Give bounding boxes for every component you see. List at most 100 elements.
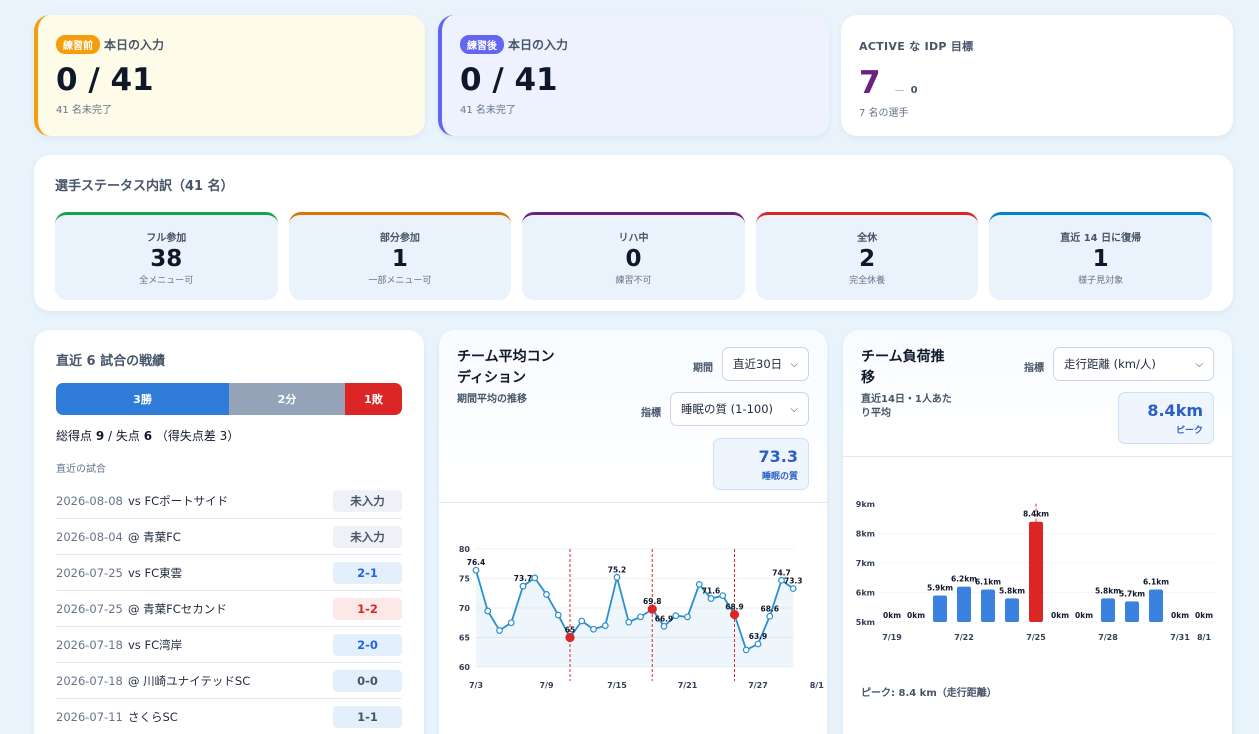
match-row[interactable]: 2026-08-04 @ 青葉FC 未入力 <box>56 519 402 555</box>
x-tick-label: 7/31 <box>1170 633 1190 642</box>
status-tile-label: 直近 14 日に復帰 <box>1060 233 1142 244</box>
post-training-badge: 練習後 <box>460 34 504 54</box>
data-point <box>519 582 527 590</box>
data-point <box>496 627 503 634</box>
bar-value-label: 5.8km <box>999 586 1025 595</box>
data-label: 65 <box>565 626 575 635</box>
player-status-title: 選手ステータス内訳（41 名） <box>55 179 234 194</box>
match-result: 2-1 <box>333 561 402 584</box>
bar-value-label: 0km <box>883 611 901 620</box>
status-tile[interactable]: フル参加 38 全メニュー可 <box>55 212 278 300</box>
bar-value-label: 0km <box>1051 611 1069 620</box>
match-row[interactable]: 2026-07-11 さくらSC 1-1 <box>56 699 402 734</box>
data-point <box>472 566 480 574</box>
y-tick-label: 6km <box>856 589 875 598</box>
condition-summary-caption: 睡眠の質 <box>761 472 798 482</box>
data-point <box>613 573 621 581</box>
bar-value-label: 0km <box>1171 611 1189 620</box>
post-training-remaining: 41 名未完了 <box>460 105 516 116</box>
post-training-card[interactable]: 練習後 本日の入力 0 / 41 41 名未完了 <box>438 15 829 136</box>
bar <box>933 595 947 622</box>
data-point <box>766 612 774 620</box>
x-tick-label: 7/22 <box>954 633 974 642</box>
match-opponent: vs FC湾岸 <box>128 637 183 652</box>
match-date: 2026-07-18 <box>56 637 123 652</box>
status-tile-label: 部分参加 <box>379 233 420 244</box>
goals-for: 9 <box>95 429 105 443</box>
goal-totals: 総得点 9 / 失点 6 （得失点差 3） <box>56 429 240 443</box>
match-list: 2026-08-08 vs FCポートサイド 未入力 2026-08-04 @ 青葉FC… <box>56 483 402 734</box>
load-summary-value: 8.4km <box>1147 401 1203 420</box>
data-point <box>754 640 762 648</box>
team-load-panel: チーム負荷推 移 直近14日・1人あた り平均 指標 走行距離 (km/人) ⌵ … <box>843 330 1232 734</box>
bar <box>957 586 971 622</box>
data-point <box>637 613 644 621</box>
data-label: 63.9 <box>749 632 768 641</box>
match-row[interactable]: 2026-07-18 vs FC湾岸 2-0 <box>56 627 402 663</box>
data-point <box>719 592 727 600</box>
status-tile[interactable]: 部分参加 1 一部メニュー可 <box>288 212 512 300</box>
data-point <box>578 617 586 625</box>
bar-value-label: 0km <box>907 611 925 620</box>
chevron-down-icon: ⌵ <box>790 403 798 415</box>
match-opponent: vs FCポートサイド <box>128 493 229 508</box>
recent-results-title: 直近 6 試合の戦績 <box>56 354 166 369</box>
peak-note: ピーク: 8.4 km（走行距離） <box>861 688 997 699</box>
condition-desc: 期間平均の推移 <box>457 394 527 405</box>
y-tick-label: 75 <box>459 575 471 584</box>
data-point <box>625 618 633 626</box>
x-tick-label: 7/28 <box>1098 633 1118 642</box>
match-row[interactable]: 2026-08-08 vs FCポートサイド 未入力 <box>56 483 402 519</box>
status-tile-sub: 様子見対象 <box>1078 276 1124 286</box>
status-tile-label: リハ中 <box>618 233 649 244</box>
data-point <box>507 619 515 627</box>
x-tick-label: 8/1 <box>810 681 824 690</box>
bar-value-label: 5.8km <box>1095 586 1121 595</box>
post-training-count: 0 / 41 <box>460 62 558 98</box>
data-point <box>531 574 539 582</box>
data-label: 69.8 <box>643 597 662 606</box>
y-tick-label: 5km <box>856 618 875 627</box>
bar-value-label: 0km <box>1195 611 1213 620</box>
status-tile[interactable]: 全休 2 完全休養 <box>755 212 979 300</box>
data-point <box>601 622 609 630</box>
y-tick-label: 65 <box>459 634 471 643</box>
y-tick-label: 80 <box>459 545 471 554</box>
match-row[interactable]: 2026-07-25 @ 青葉FCセカンド 1-2 <box>56 591 402 627</box>
data-point <box>672 612 680 620</box>
load-bar-chart: 5km6km7km8km9km0km 0km5.9km6.2km6.1km5.8k… <box>856 500 1218 642</box>
condition-summary-value: 73.3 <box>758 447 798 466</box>
idp-goals-card[interactable]: ACTIVE な IDP 目標 7 — 0 7 名の選手 <box>841 15 1233 136</box>
status-tile[interactable]: リハ中 0 練習不可 <box>522 212 745 300</box>
bar <box>981 589 995 622</box>
status-tile-label: フル参加 <box>146 233 187 244</box>
x-tick-label: 7/21 <box>678 681 698 690</box>
load-metric-select[interactable]: 走行距離 (km/人) ⌵ <box>1053 347 1214 381</box>
match-opponent: @ 青葉FC <box>128 529 181 544</box>
idp-goals-count: 7 <box>859 65 881 101</box>
bar <box>1125 601 1139 622</box>
data-point <box>789 585 797 592</box>
load-summary-caption: ピーク <box>1175 426 1203 436</box>
match-row[interactable]: 2026-07-25 vs FC東雲 2-1 <box>56 555 402 591</box>
status-tile-value: 2 <box>859 246 876 272</box>
match-date: 2026-07-25 <box>56 565 123 580</box>
period-select[interactable]: 直近30日 ⌵ <box>722 347 809 381</box>
pre-training-card[interactable]: 練習前 本日の入力 0 / 41 41 名未完了 <box>34 15 425 136</box>
y-tick-label: 70 <box>459 604 471 613</box>
status-tile-label: 全休 <box>857 233 878 244</box>
x-tick-label: 7/3 <box>469 681 483 690</box>
bar <box>1101 598 1115 622</box>
y-tick-label: 60 <box>459 663 471 672</box>
condition-line-chart: 60 65 70 75 80 7/3 7/9 7/15 7/21 7/27 8/1 76.4 73.7 6… <box>459 545 824 690</box>
bar-value-label: 6.1km <box>1143 578 1169 587</box>
bar <box>1029 521 1043 622</box>
status-tile[interactable]: 直近 14 日に復帰 1 様子見対象 <box>989 212 1212 300</box>
match-date: 2026-07-18 <box>56 673 123 688</box>
match-result: 0-0 <box>333 669 402 692</box>
match-row[interactable]: 2026-07-18 @ 川崎ユナイテッドSC 0-0 <box>56 663 402 699</box>
condition-metric-select[interactable]: 睡眠の質 (1-100) ⌵ <box>670 392 809 426</box>
data-point <box>543 591 550 598</box>
data-point <box>484 607 492 615</box>
draws-segment: 2分 <box>229 383 345 415</box>
